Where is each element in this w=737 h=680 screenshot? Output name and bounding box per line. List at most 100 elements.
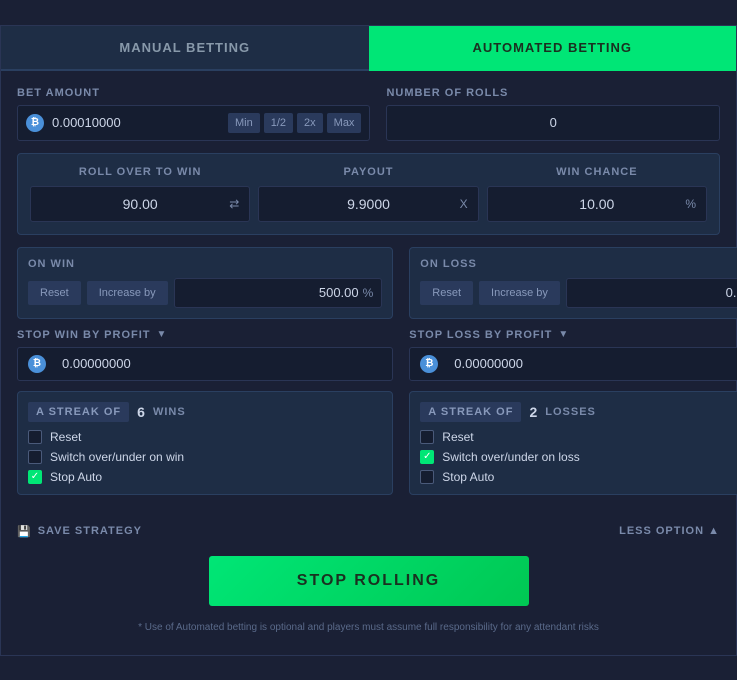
streak-losses-opt-label-0: Reset (442, 430, 473, 444)
win-chance-suffix: % (685, 197, 696, 211)
streak-wins-opt-0: Reset (28, 430, 382, 444)
on-win-suffix: % (363, 286, 374, 300)
streak-losses-opt-1: Switch over/under on loss (420, 450, 737, 464)
streak-wins-options: Reset Switch over/under on win Stop Auto (28, 430, 382, 484)
stop-win-section: STOP WIN BY PROFIT ▼ ₿ 0.00000000 (17, 329, 393, 381)
coin-icon: ₿ (26, 114, 44, 132)
payout-box[interactable]: 9.9000 X (258, 186, 478, 222)
stop-loss-label-row: STOP LOSS BY PROFIT ▼ (409, 329, 737, 341)
top-row: BET AMOUNT ₿ Min 1/2 2x Max NUMBER OF RO… (17, 87, 720, 141)
stop-win-label-row: STOP WIN BY PROFIT ▼ (17, 329, 393, 341)
bet-amount-label: BET AMOUNT (17, 87, 370, 99)
stop-loss-section: STOP LOSS BY PROFIT ▼ ₿ 0.00000000 (409, 329, 737, 381)
rolls-section: NUMBER OF ROLLS 0 (386, 87, 720, 141)
game-row: ROLL OVER TO WIN 90.00 ⇄ PAYOUT 9.9000 X… (30, 166, 707, 222)
streak-wins-number: 6 (137, 404, 145, 420)
bet-amount-input[interactable] (52, 115, 228, 130)
main-container: MANUAL BETTING AUTOMATED BETTING BET AMO… (0, 25, 737, 656)
payout-suffix: X (460, 197, 468, 211)
streak-losses-checkbox-2[interactable] (420, 470, 434, 484)
streak-losses-header: A STREAK OF 2 LOSSES (420, 402, 737, 422)
streak-losses-dropdown[interactable]: A STREAK OF (420, 402, 521, 422)
on-loss-section: ON LOSS Reset Increase by % (409, 247, 737, 319)
stop-win-input-box[interactable]: ₿ 0.00000000 (17, 347, 393, 381)
min-button[interactable]: Min (228, 113, 260, 133)
streak-wins-checkbox-2[interactable] (28, 470, 42, 484)
on-loss-col: ON LOSS Reset Increase by % STOP LOSS BY… (409, 247, 737, 505)
tabs-bar: MANUAL BETTING AUTOMATED BETTING (1, 26, 736, 71)
on-loss-increase-button[interactable]: Increase by (479, 281, 560, 305)
max-button[interactable]: Max (327, 113, 362, 133)
rolls-input[interactable]: 0 (386, 105, 720, 141)
save-icon: 💾 (17, 525, 32, 538)
streak-losses-options: Reset Switch over/under on loss Stop Aut… (420, 430, 737, 484)
streak-losses-type: LOSSES (545, 406, 596, 418)
win-chance-box[interactable]: 10.00 % (487, 186, 707, 222)
on-win-section: ON WIN Reset Increase by % (17, 247, 393, 319)
bet-amount-box: ₿ Min 1/2 2x Max (17, 105, 370, 141)
stop-loss-label: STOP LOSS BY PROFIT (409, 329, 552, 341)
stop-loss-input-box[interactable]: ₿ 0.00000000 (409, 347, 737, 381)
stop-win-chevron[interactable]: ▼ (157, 329, 167, 340)
on-win-input-wrap: % (174, 278, 383, 308)
streak-losses-number: 2 (529, 404, 537, 420)
streak-losses-opt-label-1: Switch over/under on loss (442, 450, 579, 464)
less-option-button[interactable]: LESS OPTION ▲ (619, 525, 720, 537)
on-loss-reset-button[interactable]: Reset (420, 281, 473, 305)
stop-rolling-wrap: STOP ROLLING (17, 556, 720, 606)
save-strategy-label: SAVE STRATEGY (38, 525, 142, 537)
streak-wins-section: A STREAK OF 6 WINS Reset Switch over/und… (17, 391, 393, 495)
on-win-reset-button[interactable]: Reset (28, 281, 81, 305)
roll-over-box[interactable]: 90.00 ⇄ (30, 186, 250, 222)
streak-wins-opt-label-1: Switch over/under on win (50, 450, 184, 464)
bet-controls: Min 1/2 2x Max (228, 113, 361, 133)
streak-wins-checkbox-1[interactable] (28, 450, 42, 464)
streak-losses-checkbox-0[interactable] (420, 430, 434, 444)
game-section: ROLL OVER TO WIN 90.00 ⇄ PAYOUT 9.9000 X… (17, 153, 720, 235)
stop-loss-chevron[interactable]: ▼ (558, 329, 568, 340)
save-strategy-button[interactable]: 💾 SAVE STRATEGY (17, 525, 142, 538)
streak-wins-header: A STREAK OF 6 WINS (28, 402, 382, 422)
streak-wins-opt-label-0: Reset (50, 430, 81, 444)
win-chance-value: 10.00 (579, 196, 614, 212)
half-button[interactable]: 1/2 (264, 113, 293, 133)
win-chance-label: WIN CHANCE (487, 166, 707, 178)
content-area: BET AMOUNT ₿ Min 1/2 2x Max NUMBER OF RO… (1, 71, 736, 655)
streak-losses-opt-0: Reset (420, 430, 737, 444)
on-win-col: ON WIN Reset Increase by % STOP WIN BY P… (17, 247, 393, 505)
streak-losses-section: A STREAK OF 2 LOSSES Reset Switch over/u… (409, 391, 737, 495)
disclaimer-text: * Use of Automated betting is optional a… (17, 616, 720, 639)
on-win-controls: Reset Increase by % (28, 278, 382, 308)
streak-wins-dropdown[interactable]: A STREAK OF (28, 402, 129, 422)
streak-wins-checkbox-0[interactable] (28, 430, 42, 444)
win-loss-row: ON WIN Reset Increase by % STOP WIN BY P… (17, 247, 720, 505)
on-win-increase-button[interactable]: Increase by (87, 281, 168, 305)
on-loss-input-wrap: % (566, 278, 737, 308)
streak-losses-opt-2: Stop Auto (420, 470, 737, 484)
tab-auto[interactable]: AUTOMATED BETTING (369, 26, 737, 71)
stop-rolling-button[interactable]: STOP ROLLING (209, 556, 529, 606)
streak-wins-type: WINS (153, 406, 186, 418)
on-loss-controls: Reset Increase by % (420, 278, 737, 308)
double-button[interactable]: 2x (297, 113, 323, 133)
streak-losses-checkbox-1[interactable] (420, 450, 434, 464)
roll-over-col: ROLL OVER TO WIN 90.00 ⇄ (30, 166, 250, 222)
on-loss-label: ON LOSS (420, 258, 737, 270)
on-loss-input[interactable] (575, 285, 737, 300)
bet-amount-section: BET AMOUNT ₿ Min 1/2 2x Max (17, 87, 370, 141)
stop-win-value: 0.00000000 (62, 356, 131, 371)
on-win-label: ON WIN (28, 258, 382, 270)
payout-value: 9.9000 (347, 196, 390, 212)
win-chance-col: WIN CHANCE 10.00 % (487, 166, 707, 222)
rolls-label: NUMBER OF ROLLS (386, 87, 720, 99)
tab-manual[interactable]: MANUAL BETTING (1, 26, 369, 71)
streak-losses-opt-label-2: Stop Auto (442, 470, 494, 484)
stop-win-label: STOP WIN BY PROFIT (17, 329, 151, 341)
roll-over-label: ROLL OVER TO WIN (30, 166, 250, 178)
payout-col: PAYOUT 9.9000 X (258, 166, 478, 222)
swap-icon[interactable]: ⇄ (229, 197, 239, 211)
on-win-input[interactable] (183, 285, 359, 300)
stop-loss-value: 0.00000000 (454, 356, 523, 371)
stop-loss-coin-icon: ₿ (420, 355, 438, 373)
bottom-bar: 💾 SAVE STRATEGY LESS OPTION ▲ (17, 517, 720, 546)
